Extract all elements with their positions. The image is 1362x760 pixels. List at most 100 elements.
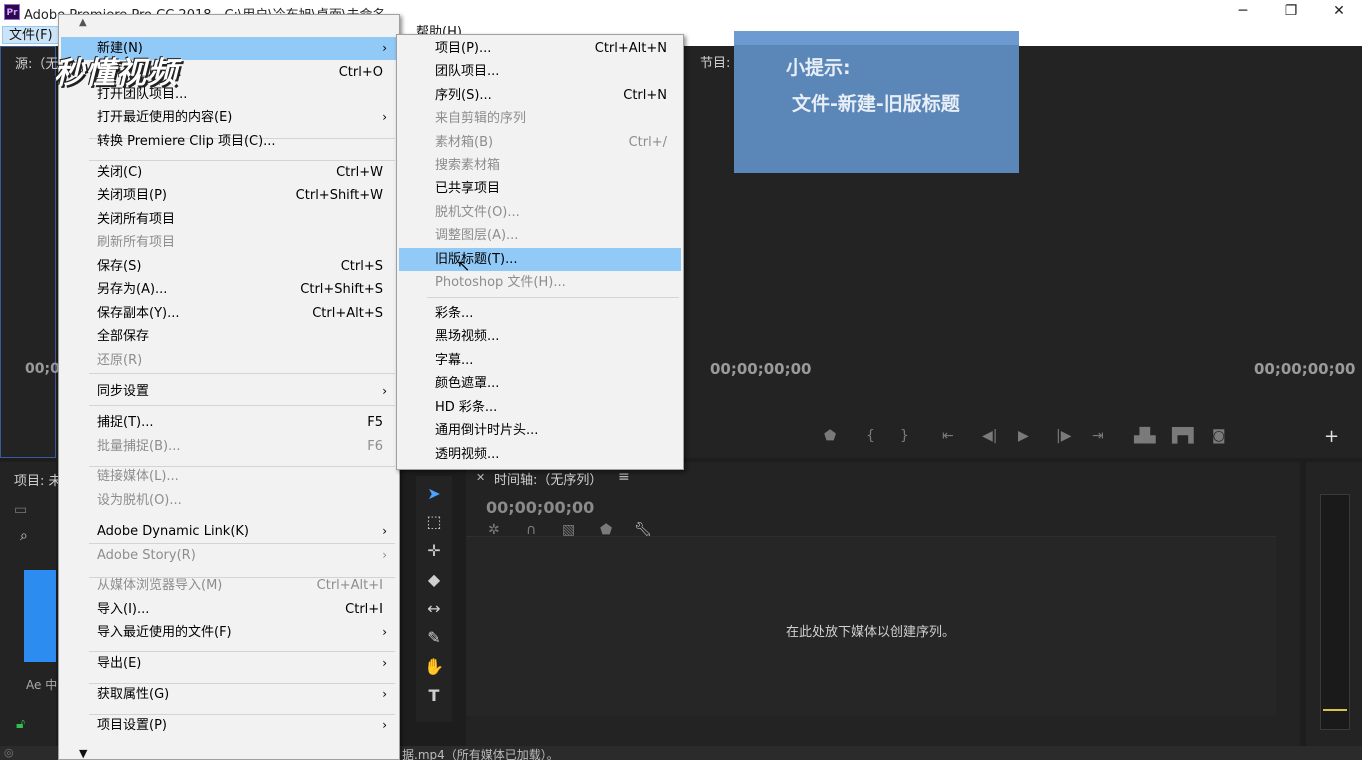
program-timecode-current: 00;00;00;00 (710, 360, 812, 378)
go-to-in-icon[interactable]: ⇤ (942, 428, 954, 444)
menu-item-label: 还原(R) (97, 353, 143, 368)
menu-item-label: 关闭所有项目 (97, 212, 176, 227)
file-menu-item[interactable]: 导入最近使用的文件(F) › (61, 621, 397, 644)
new-submenu-item[interactable]: 透明视频... (399, 443, 681, 466)
extract-icon[interactable]: ▛▜ (1172, 428, 1194, 444)
new-submenu-item[interactable]: 彩条... (399, 302, 681, 325)
pen-tool-icon[interactable]: ✎ (422, 626, 446, 650)
file-menu-item[interactable]: 关闭所有项目 (61, 208, 397, 231)
hand-tool-icon[interactable]: ✋ (422, 655, 446, 679)
submenu-arrow-icon: › (382, 41, 387, 55)
maximize-button[interactable]: ❐ (1268, 0, 1314, 24)
source-panel-title[interactable]: 源:（无 (15, 53, 58, 72)
media-thumbnail[interactable] (24, 570, 56, 662)
audio-meter (1320, 494, 1350, 730)
submenu-arrow-icon: › (382, 625, 387, 639)
file-menu-item[interactable]: 保存(S) Ctrl+S (61, 255, 397, 278)
new-submenu-item[interactable]: 已共享项目 (399, 177, 681, 200)
menu-item-shortcut: Ctrl+N (623, 88, 667, 103)
panel-menu-icon[interactable]: ≡ (618, 469, 630, 485)
menu-item-shortcut: Ctrl+/ (628, 135, 667, 150)
menu-item-label: 保存(S) (97, 259, 142, 274)
file-menu-item[interactable]: 同步设置 › (61, 380, 397, 403)
new-submenu-item[interactable]: 序列(S)... Ctrl+N (399, 84, 681, 107)
play-icon[interactable]: ▶ (1018, 428, 1029, 444)
type-tool-icon[interactable]: T (422, 684, 446, 708)
menu-item-shortcut: F6 (367, 439, 383, 454)
menu-item-shortcut: Ctrl+I (345, 602, 383, 617)
submenu-arrow-icon: › (382, 656, 387, 670)
file-menu-item: 批量捕捉(B)... F6 (61, 435, 397, 458)
file-menu-item[interactable]: 关闭(C) Ctrl+W (61, 161, 397, 184)
file-menu-item[interactable]: Adobe Dynamic Link(K) › (61, 520, 397, 543)
file-menu: ▲ ▼ 新建(N) › 打开项目(O)... Ctrl+O 打开团队项目... 打开最近使… (58, 14, 400, 760)
menu-item-label: 序列(S)... (435, 88, 492, 103)
scroll-up-icon[interactable]: ▲ (79, 17, 87, 28)
timeline-timecode[interactable]: 00;00;00;00 (486, 498, 594, 517)
new-submenu-item[interactable]: 旧版标题(T)... ↖ (399, 248, 681, 275)
submenu-arrow-icon: › (382, 110, 387, 124)
file-menu-item: 设为脱机(O)... (61, 489, 397, 512)
new-submenu-item[interactable]: HD 彩条... (399, 396, 681, 419)
menu-separator (89, 405, 395, 406)
lock-icon[interactable]: 🔓︎ (16, 716, 25, 732)
add-button-icon[interactable]: + (1324, 426, 1339, 447)
menu-item-label: 导入(I)... (97, 602, 150, 617)
file-menu-item[interactable]: 另存为(A)... Ctrl+Shift+S (61, 278, 397, 301)
file-menu-item[interactable]: 打开最近使用的内容(E) › (61, 106, 397, 129)
slip-tool-icon[interactable]: ↔ (422, 597, 446, 621)
close-button[interactable]: ✕ (1316, 0, 1362, 24)
program-timecode-duration: 00;00;00;00 (1254, 360, 1356, 378)
new-submenu-item[interactable]: 通用倒计时片头... (399, 419, 681, 442)
minimize-button[interactable]: ─ (1220, 0, 1266, 24)
file-menu-item: 链接媒体(L)... (61, 465, 397, 488)
lift-icon[interactable]: ▟▙ (1134, 428, 1156, 444)
new-submenu-item[interactable]: 字幕... (399, 349, 681, 372)
mark-in-icon[interactable]: { (866, 428, 875, 444)
file-menu-item[interactable]: 导出(E) › (61, 652, 397, 675)
track-select-tool-icon[interactable]: ⬚ (422, 510, 446, 534)
timeline-panel: ✕ 时间轴:（无序列） ≡ 00;00;00;00 ✲ ∩ ▧ ⬟ 🔧︎ 在此处… (466, 462, 1300, 746)
new-submenu-item[interactable]: 黑场视频... (399, 325, 681, 348)
new-submenu-item[interactable]: 项目(P)... Ctrl+Alt+N (399, 37, 681, 60)
drop-hint: 在此处放下媒体以创建序列。 (786, 625, 956, 640)
menu-item-label: 全部保存 (97, 329, 150, 344)
new-submenu-item[interactable]: 颜色遮罩... (399, 372, 681, 395)
file-menu-item[interactable]: 转换 Premiere Clip 项目(C)... (61, 130, 397, 153)
go-to-out-icon[interactable]: ⇥ (1092, 428, 1104, 444)
menu-item-label: 搜索素材箱 (435, 158, 501, 173)
new-submenu-item[interactable]: 团队项目... (399, 60, 681, 83)
new-submenu-item: 搜索素材箱 (399, 154, 681, 177)
file-menu-item[interactable]: 项目设置(P) › (61, 714, 397, 737)
close-timeline-icon[interactable]: ✕ (476, 471, 485, 484)
file-menu-item[interactable]: 全部保存 (61, 325, 397, 348)
file-menu-item[interactable]: 保存副本(Y)... Ctrl+Alt+S (61, 302, 397, 325)
marker-icon[interactable]: ⬟ (824, 428, 836, 444)
menu-item-shortcut: Ctrl+S (340, 259, 383, 274)
menu-item-label: 已共享项目 (435, 181, 501, 196)
file-menu-item[interactable]: 获取属性(G) › (61, 683, 397, 706)
file-menu-item[interactable]: 捕捉(T)... F5 (61, 411, 397, 434)
menu-item-label: 脱机文件(O)... (435, 205, 520, 220)
step-forward-icon[interactable]: |▶ (1056, 428, 1071, 444)
selection-tool-icon[interactable]: ➤ (422, 482, 446, 506)
file-menu-item[interactable]: 关闭项目(P) Ctrl+Shift+W (61, 184, 397, 207)
mark-out-icon[interactable]: } (900, 428, 909, 444)
menu-item-label: 通用倒计时片头... (435, 423, 539, 438)
menu-item-label: 项目设置(P) (97, 718, 167, 733)
ripple-edit-tool-icon[interactable]: ✛ (422, 539, 446, 563)
razor-tool-icon[interactable]: ◆ (422, 568, 446, 592)
file-menu-item[interactable]: 导入(I)... Ctrl+I (61, 598, 397, 621)
menu-file[interactable]: 文件(F) (2, 26, 60, 44)
submenu-arrow-icon: › (382, 687, 387, 701)
timeline-title[interactable]: 时间轴:（无序列） (494, 469, 602, 488)
step-back-icon[interactable]: ◀| (982, 428, 997, 444)
export-frame-icon[interactable]: ◙ (1212, 428, 1226, 444)
project-panel-title[interactable]: 项目: 未 (14, 470, 62, 489)
search-icon[interactable]: ⌕ (20, 528, 28, 544)
scroll-down-icon[interactable]: ▼ (79, 747, 87, 760)
folder-icon[interactable]: ▭ (14, 502, 27, 518)
menu-item-label: Photoshop 文件(H)... (435, 275, 566, 290)
timeline-drop-area[interactable]: 在此处放下媒体以创建序列。 (466, 536, 1276, 716)
file-menu-item: 从媒体浏览器导入(M) Ctrl+Alt+I (61, 574, 397, 597)
